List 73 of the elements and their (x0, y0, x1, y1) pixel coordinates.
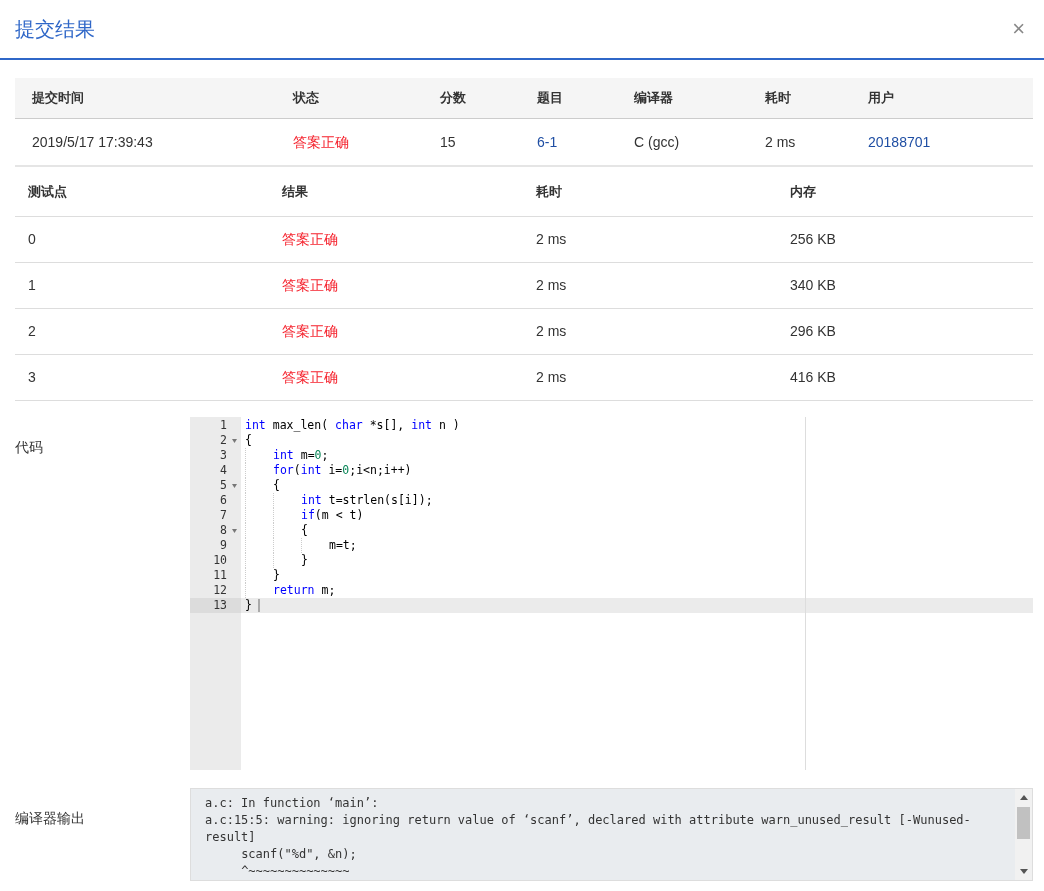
table-cell: 416 KB (790, 369, 836, 385)
link[interactable]: 20188701 (868, 133, 931, 150)
code-line: { (301, 521, 308, 539)
column-header: 用户 (868, 89, 895, 108)
compiler-output-text: a.c: In function ‘main’: a.c:15:5: warning: ignoring return value of ‘scanf’, declared with attribute warn_unused_result [-Wunused-result] scanf("%d", &n); ^~~~~~~~~~~~~~~ (204, 795, 972, 880)
table-cell: 2 ms (536, 277, 567, 293)
column-header: 内存 (790, 184, 816, 199)
table-cell: 340 KB (790, 277, 836, 293)
line-number: 7 (220, 506, 227, 524)
code-line: int t=strlen(s[i]); (301, 491, 433, 509)
scroll-up-icon[interactable] (1019, 795, 1028, 800)
line-number: 8 (220, 521, 227, 539)
line-number: 10 (213, 551, 227, 569)
fold-toggle-icon[interactable] (232, 528, 237, 533)
column-header: 结果 (282, 184, 308, 199)
table-cell: 15 (440, 133, 456, 150)
code-line: return m; (273, 581, 336, 599)
link[interactable]: 6-1 (537, 133, 558, 150)
code-label: 代码 (15, 438, 44, 457)
column-header: 提交时间 (31, 89, 85, 108)
test-case-number: 3 (28, 369, 36, 385)
table-cell: 2 ms (536, 369, 567, 385)
column-header: 题目 (537, 89, 564, 108)
status-text: 答案正确 (282, 277, 338, 293)
column-header: 编译器 (634, 89, 674, 108)
code-line: { (273, 476, 280, 494)
code-line: { (245, 431, 252, 449)
line-number: 6 (220, 491, 227, 509)
column-header: 耗时 (765, 89, 792, 108)
code-line: } (245, 596, 252, 614)
test-case-number: 1 (28, 277, 36, 293)
column-header: 分数 (440, 89, 467, 108)
scrollbar[interactable] (1015, 789, 1032, 880)
fold-toggle-icon[interactable] (232, 438, 237, 443)
code-line: for(int i=0;i<n;i++) (273, 461, 412, 479)
table-cell: C (gcc) (634, 133, 680, 150)
table-cell: 2019/5/17 17:39:43 (32, 133, 153, 150)
column-header: 状态 (293, 89, 320, 108)
line-number: 4 (220, 461, 227, 479)
compiler-output-label: 编译器输出 (15, 809, 86, 828)
code-line: int max_len( char *s[], int n ) (245, 416, 460, 434)
code-line: } (273, 566, 280, 584)
line-number: 1 (220, 416, 227, 434)
code-line: } (301, 551, 308, 569)
line-number: 12 (213, 581, 227, 599)
dialog-title: 提交结果 (15, 17, 95, 42)
table-cell: 2 ms (765, 133, 796, 150)
column-header: 耗时 (536, 184, 562, 199)
line-number: 2 (220, 431, 227, 449)
line-number: 11 (213, 566, 227, 584)
text-cursor (257, 599, 260, 612)
test-case-number: 0 (28, 231, 36, 247)
scrollbar-thumb[interactable] (1017, 807, 1030, 839)
code-line: if(m < t) (301, 506, 364, 524)
scroll-down-icon[interactable] (1019, 869, 1028, 874)
column-header: 测试点 (28, 184, 67, 199)
close-button[interactable]: × (1008, 18, 1029, 40)
table-cell: 256 KB (790, 231, 836, 247)
table-cell: 296 KB (790, 323, 836, 339)
line-number: 5 (220, 476, 227, 494)
status-text: 答案正确 (282, 231, 338, 247)
test-case-number: 2 (28, 323, 36, 339)
table-cell: 2 ms (536, 231, 567, 247)
line-number: 9 (220, 536, 227, 554)
code-line: int m=0; (273, 446, 329, 464)
status-text: 答案正确 (282, 369, 338, 385)
status-text: 答案正确 (282, 323, 338, 339)
fold-toggle-icon[interactable] (232, 483, 237, 488)
table-cell: 2 ms (536, 323, 567, 339)
code-line: m=t; (329, 536, 357, 554)
line-number: 3 (220, 446, 227, 464)
line-number: 13 (213, 596, 227, 614)
status-text: 答案正确 (293, 133, 349, 150)
